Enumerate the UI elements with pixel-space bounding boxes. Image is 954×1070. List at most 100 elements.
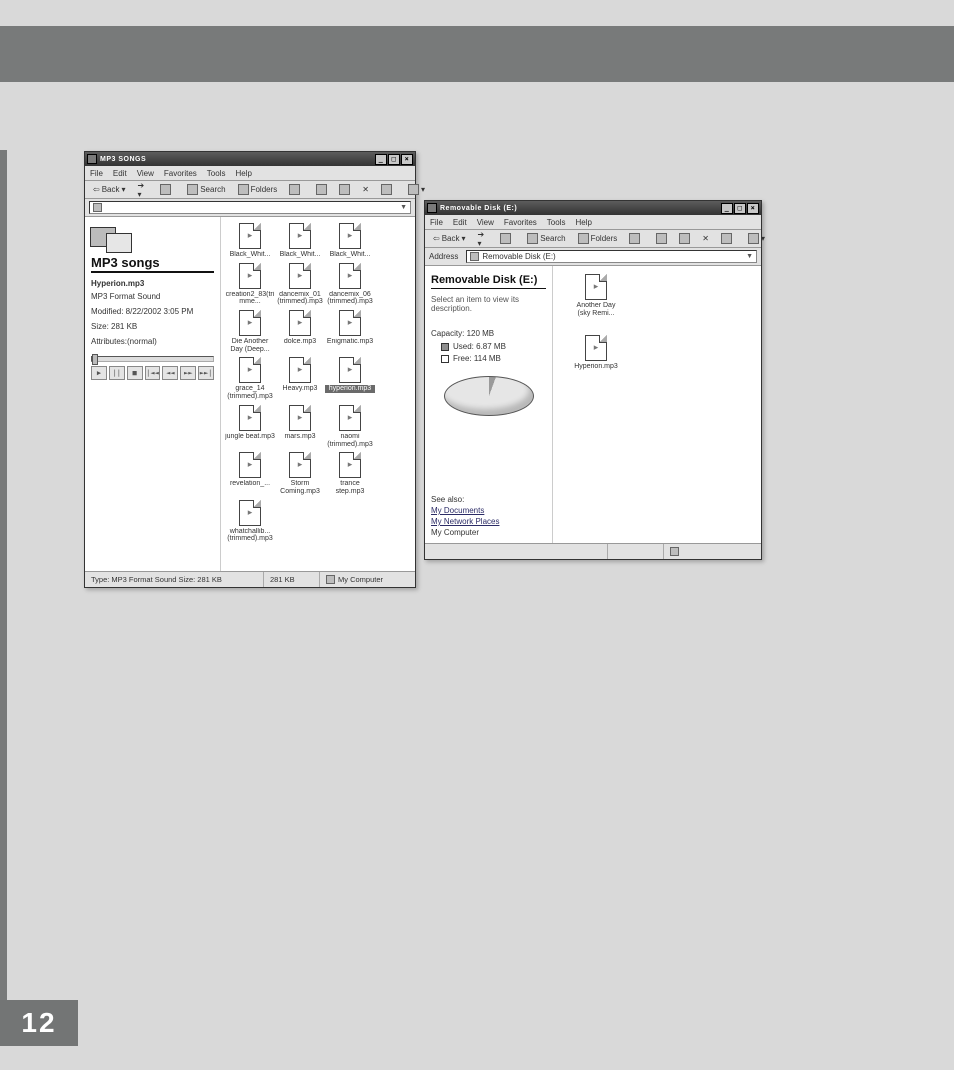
menu-edit[interactable]: Edit	[453, 218, 467, 227]
page-number: 12	[0, 1000, 78, 1046]
file-icon	[289, 263, 311, 289]
link-my-network-places[interactable]: My Network Places	[431, 517, 546, 526]
status-type: Type: MP3 Format Sound Size: 281 KB	[85, 572, 264, 587]
file-icon	[239, 452, 261, 478]
status-left	[425, 544, 608, 559]
file-item[interactable]: mars.mp3	[275, 405, 325, 448]
file-item[interactable]: hyperion.mp3	[325, 357, 375, 400]
maximize-button[interactable]: □	[388, 154, 400, 165]
file-icon	[239, 500, 261, 526]
folders-button[interactable]: Folders	[574, 231, 622, 246]
chevron-down-icon[interactable]: ▼	[746, 253, 753, 260]
play-button[interactable]: ▶	[91, 366, 107, 380]
close-button[interactable]: ×	[401, 154, 413, 165]
views-button[interactable]: ▾	[744, 231, 769, 246]
history-button[interactable]	[285, 182, 304, 197]
titlebar[interactable]: Removable Disk (E:) _ □ ×	[425, 201, 761, 215]
menu-file[interactable]: File	[90, 169, 103, 178]
back-button[interactable]: ⇦ Back ▾	[429, 232, 470, 245]
file-label: hyperion.mp3	[325, 385, 375, 393]
file-item[interactable]: dancemix_06 (trimmed).mp3	[325, 263, 375, 306]
folders-button[interactable]: Folders	[234, 182, 282, 197]
file-item[interactable]: revelation_...	[225, 452, 275, 495]
prev-track-button[interactable]: |◄◄	[145, 366, 161, 380]
search-button[interactable]: Search	[183, 182, 229, 197]
up-button[interactable]	[496, 231, 515, 246]
file-item[interactable]: Another Day (sky Remi...	[571, 274, 621, 317]
media-seek-slider[interactable]	[91, 356, 214, 362]
stop-button[interactable]: ■	[127, 366, 143, 380]
file-item[interactable]: Heavy.mp3	[275, 357, 325, 400]
minimize-button[interactable]: _	[375, 154, 387, 165]
minimize-button[interactable]: _	[721, 203, 733, 214]
menu-tools[interactable]: Tools	[547, 218, 566, 227]
move-to-button[interactable]	[312, 182, 331, 197]
menu-tools[interactable]: Tools	[207, 169, 226, 178]
menu-favorites[interactable]: Favorites	[164, 169, 197, 178]
file-item[interactable]: creation2_83(trimme...	[225, 263, 275, 306]
file-icon	[239, 310, 261, 336]
file-item[interactable]: Storm Coming.mp3	[275, 452, 325, 495]
selected-modified: Modified: 8/22/2002 3:05 PM	[91, 307, 214, 316]
address-value: Removable Disk (E:)	[482, 252, 555, 261]
forward-button[interactable]: ➔ ▾	[134, 179, 149, 201]
next-track-button[interactable]: ►►|	[198, 366, 214, 380]
undo-button[interactable]	[377, 182, 396, 197]
delete-button[interactable]: ✕	[358, 183, 373, 196]
file-item[interactable]: jungle beat.mp3	[225, 405, 275, 448]
menu-file[interactable]: File	[430, 218, 443, 227]
file-label: grace_14 (trimmed).mp3	[225, 385, 275, 400]
move-to-button[interactable]	[652, 231, 671, 246]
menu-view[interactable]: View	[137, 169, 154, 178]
pause-button[interactable]: ||	[109, 366, 125, 380]
file-item[interactable]: Die Another Day (Deep...	[225, 310, 275, 353]
see-also-label: See also:	[431, 495, 546, 504]
files-area[interactable]: Black_Whit...Black_Whit...Black_Whit...c…	[221, 217, 415, 571]
status-location: My Computer	[320, 572, 415, 587]
menu-favorites[interactable]: Favorites	[504, 218, 537, 227]
file-item[interactable]: Black_Whit...	[275, 223, 325, 259]
file-item[interactable]: whatchallib... (trimmed).mp3	[225, 500, 275, 543]
copy-to-button[interactable]	[335, 182, 354, 197]
file-label: naomi (trimmed).mp3	[325, 433, 375, 448]
menu-help[interactable]: Help	[575, 218, 591, 227]
link-my-documents[interactable]: My Documents	[431, 506, 546, 515]
copy-to-button[interactable]	[675, 231, 694, 246]
address-field[interactable]: ▼	[89, 201, 411, 214]
file-item[interactable]: grace_14 (trimmed).mp3	[225, 357, 275, 400]
maximize-button[interactable]: □	[734, 203, 746, 214]
info-pane: Removable Disk (E:) Select an item to vi…	[425, 266, 553, 543]
fast-forward-button[interactable]: ►►	[180, 366, 196, 380]
file-item[interactable]: naomi (trimmed).mp3	[325, 405, 375, 448]
menu-help[interactable]: Help	[235, 169, 251, 178]
file-label: Hyperion.mp3	[571, 363, 621, 371]
up-button[interactable]	[156, 182, 175, 197]
file-item[interactable]: Enigmatic.mp3	[325, 310, 375, 353]
address-field[interactable]: Removable Disk (E:) ▼	[466, 250, 757, 263]
file-icon	[289, 310, 311, 336]
forward-button[interactable]: ➔ ▾	[474, 228, 489, 250]
search-button[interactable]: Search	[523, 231, 569, 246]
close-button[interactable]: ×	[747, 203, 759, 214]
history-button[interactable]	[625, 231, 644, 246]
views-icon	[748, 233, 759, 244]
menu-view[interactable]: View	[477, 218, 494, 227]
pane-heading: Removable Disk (E:)	[431, 274, 546, 289]
views-button[interactable]: ▾	[404, 182, 429, 197]
delete-button[interactable]: ✕	[698, 232, 713, 245]
file-item[interactable]: trance step.mp3	[325, 452, 375, 495]
undo-button[interactable]	[717, 231, 736, 246]
file-item[interactable]: dancemix_01 (trimmed).mp3	[275, 263, 325, 306]
file-item[interactable]: dolce.mp3	[275, 310, 325, 353]
link-my-computer[interactable]: My Computer	[431, 528, 546, 537]
menu-edit[interactable]: Edit	[113, 169, 127, 178]
search-icon	[527, 233, 538, 244]
chevron-down-icon[interactable]: ▼	[400, 204, 407, 211]
file-item[interactable]: Black_Whit...	[325, 223, 375, 259]
file-item[interactable]: Hyperion.mp3	[571, 335, 621, 371]
rewind-button[interactable]: ◄◄	[162, 366, 178, 380]
titlebar[interactable]: MP3 SONGS _ □ ×	[85, 152, 415, 166]
back-button[interactable]: ⇦ Back ▾	[89, 183, 130, 196]
files-area[interactable]: Another Day (sky Remi... Hyperion.mp3	[553, 266, 761, 543]
file-item[interactable]: Black_Whit...	[225, 223, 275, 259]
